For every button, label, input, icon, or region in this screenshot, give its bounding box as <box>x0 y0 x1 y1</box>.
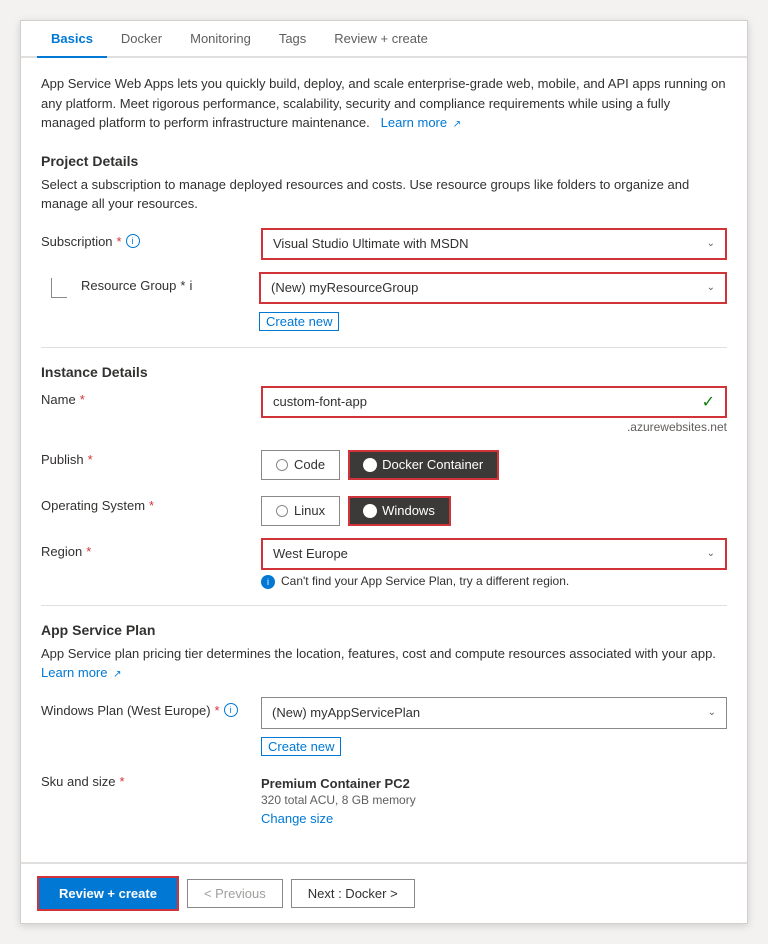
publish-row: Publish * Code Docker Container <box>41 446 727 480</box>
app-service-plan-section: App Service Plan App Service plan pricin… <box>41 622 727 834</box>
os-required: * <box>149 498 154 513</box>
name-label: Name * <box>41 386 261 407</box>
tab-review-create[interactable]: Review + create <box>320 21 442 58</box>
region-dropdown[interactable]: West Europe ⌄ <box>261 538 727 570</box>
create-new-rg-link[interactable]: Create new <box>259 312 339 331</box>
resource-group-dropdown[interactable]: (New) myResourceGroup ⌄ <box>259 272 727 304</box>
os-windows-label: Windows <box>382 503 435 518</box>
name-suffix: .azurewebsites.net <box>261 420 727 434</box>
footer: Review + create < Previous Next : Docker… <box>21 862 747 923</box>
learn-more-link-top[interactable]: Learn more ↗ <box>377 115 461 130</box>
app-create-window: Basics Docker Monitoring Tags Review + c… <box>20 20 748 924</box>
os-linux-option[interactable]: Linux <box>261 496 340 526</box>
resource-group-row: Resource Group * i (New) myResourceGroup… <box>41 272 727 331</box>
next-docker-button[interactable]: Next : Docker > <box>291 879 415 908</box>
publish-label: Publish * <box>41 446 261 467</box>
os-label: Operating System * <box>41 492 261 513</box>
rg-chevron-icon: ⌄ <box>707 282 715 293</box>
learn-more-asp-link[interactable]: Learn more ↗ <box>41 665 122 680</box>
wp-info-icon[interactable]: i <box>224 703 238 717</box>
resource-group-label: Resource Group * i <box>81 272 259 293</box>
instance-details-section: Instance Details Name * custom-font-app … <box>41 364 727 589</box>
os-control: Linux Windows <box>261 492 727 526</box>
name-input[interactable]: custom-font-app ✓ <box>261 386 727 418</box>
tab-tags[interactable]: Tags <box>265 21 320 58</box>
main-content: App Service Web Apps lets you quickly bu… <box>21 58 747 862</box>
subscription-row: Subscription * i Visual Studio Ultimate … <box>41 228 727 260</box>
sku-label: Sku and size * <box>41 768 261 789</box>
os-linux-circle <box>276 505 288 517</box>
tab-monitoring[interactable]: Monitoring <box>176 21 265 58</box>
subscription-chevron-icon: ⌄ <box>707 238 715 249</box>
sku-row: Sku and size * Premium Container PC2 320… <box>41 768 727 834</box>
subscription-label: Subscription * i <box>41 228 261 249</box>
wp-required: * <box>215 703 220 718</box>
wp-chevron-icon: ⌄ <box>708 707 716 718</box>
region-info-text: Can't find your App Service Plan, try a … <box>281 574 569 588</box>
sku-box: Premium Container PC2 320 total ACU, 8 G… <box>261 768 727 834</box>
publish-required: * <box>88 452 93 467</box>
publish-radio-group: Code Docker Container <box>261 446 727 480</box>
resource-group-control: (New) myResourceGroup ⌄ Create new <box>259 272 727 331</box>
windows-plan-dropdown[interactable]: (New) myAppServicePlan ⌄ <box>261 697 727 729</box>
instance-details-title: Instance Details <box>41 364 727 380</box>
external-link-icon-top: ↗ <box>453 119 461 130</box>
region-required: * <box>86 544 91 559</box>
sku-name: Premium Container PC2 <box>261 776 727 791</box>
publish-code-label: Code <box>294 457 325 472</box>
region-info-bubble-icon: i <box>261 575 275 589</box>
publish-docker-label: Docker Container <box>382 457 483 472</box>
publish-docker-option[interactable]: Docker Container <box>348 450 499 480</box>
tab-docker[interactable]: Docker <box>107 21 176 58</box>
name-check-icon: ✓ <box>702 392 715 412</box>
region-label: Region * <box>41 538 261 559</box>
os-windows-option[interactable]: Windows <box>348 496 451 526</box>
tab-bar: Basics Docker Monitoring Tags Review + c… <box>21 21 747 58</box>
name-required: * <box>80 392 85 407</box>
asp-title: App Service Plan <box>41 622 727 638</box>
publish-control: Code Docker Container <box>261 446 727 480</box>
windows-plan-control: (New) myAppServicePlan ⌄ Create new <box>261 697 727 756</box>
publish-code-circle <box>276 459 288 471</box>
windows-plan-label: Windows Plan (West Europe) * i <box>41 697 261 718</box>
sku-details: 320 total ACU, 8 GB memory <box>261 793 727 807</box>
os-windows-circle <box>364 505 376 517</box>
name-control: custom-font-app ✓ .azurewebsites.net <box>261 386 727 434</box>
change-size-link[interactable]: Change size <box>261 811 333 826</box>
asp-desc: App Service plan pricing tier determines… <box>41 644 727 683</box>
subscription-dropdown[interactable]: Visual Studio Ultimate with MSDN ⌄ <box>261 228 727 260</box>
region-row: Region * West Europe ⌄ i Can't find your… <box>41 538 727 589</box>
subscription-required: * <box>117 234 122 249</box>
sku-required: * <box>119 774 124 789</box>
project-details-title: Project Details <box>41 153 727 169</box>
subscription-control: Visual Studio Ultimate with MSDN ⌄ <box>261 228 727 260</box>
region-control: West Europe ⌄ i Can't find your App Serv… <box>261 538 727 589</box>
resource-indent <box>41 272 81 298</box>
windows-plan-row: Windows Plan (West Europe) * i (New) myA… <box>41 697 727 756</box>
publish-docker-circle <box>364 459 376 471</box>
sku-control: Premium Container PC2 320 total ACU, 8 G… <box>261 768 727 834</box>
rg-required: * <box>180 278 185 293</box>
create-new-plan-link[interactable]: Create new <box>261 737 341 756</box>
publish-code-option[interactable]: Code <box>261 450 340 480</box>
region-chevron-icon: ⌄ <box>707 548 715 559</box>
tab-basics[interactable]: Basics <box>37 21 107 58</box>
os-linux-label: Linux <box>294 503 325 518</box>
project-details-section: Project Details Select a subscription to… <box>41 153 727 331</box>
app-description: App Service Web Apps lets you quickly bu… <box>41 74 727 133</box>
external-link-icon-asp: ↗ <box>113 669 121 680</box>
name-row: Name * custom-font-app ✓ .azurewebsites.… <box>41 386 727 434</box>
subscription-info-icon[interactable]: i <box>126 234 140 248</box>
os-radio-group: Linux Windows <box>261 492 727 526</box>
region-info-message: i Can't find your App Service Plan, try … <box>261 574 727 589</box>
rg-info-icon[interactable]: i <box>189 278 192 293</box>
os-row: Operating System * Linux Windows <box>41 492 727 526</box>
project-details-desc: Select a subscription to manage deployed… <box>41 175 727 214</box>
previous-button[interactable]: < Previous <box>187 879 283 908</box>
review-create-button[interactable]: Review + create <box>37 876 179 911</box>
